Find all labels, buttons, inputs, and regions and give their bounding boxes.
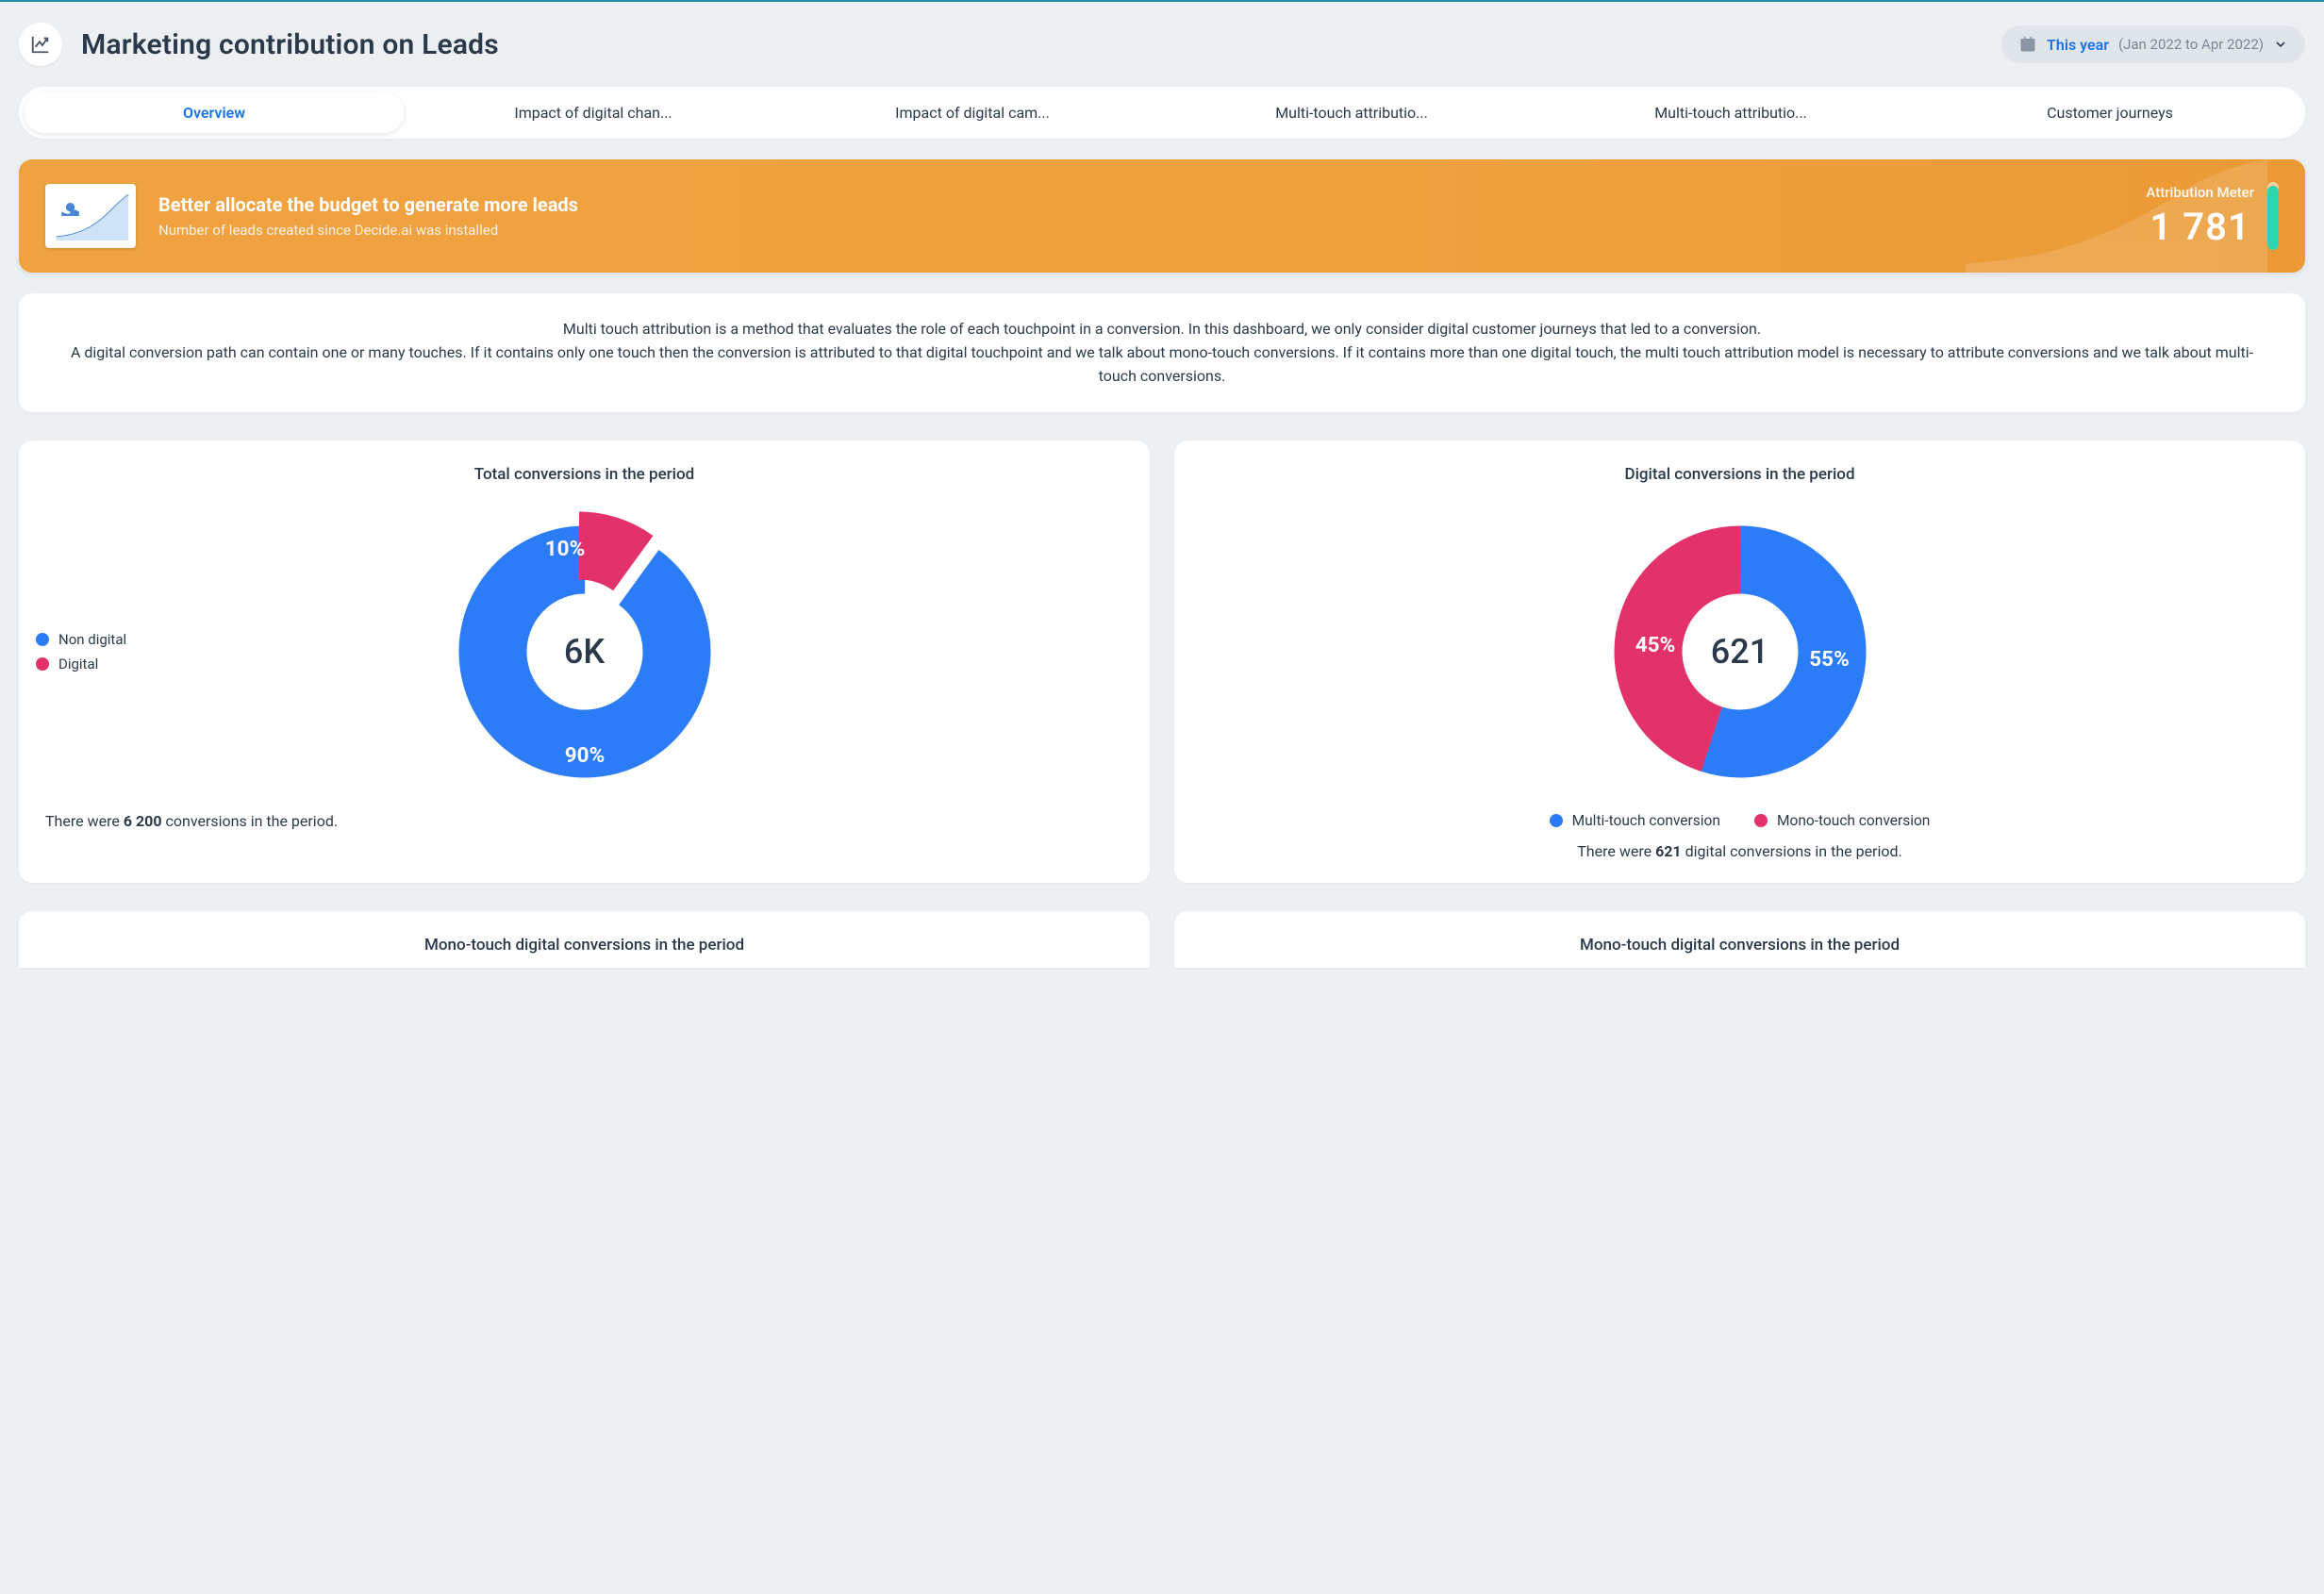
donut-center-total: 6K [564,632,605,672]
legend-item-digital[interactable]: Digital [36,656,126,672]
tab-mta-1[interactable]: Multi-touch attributio... [1162,92,1541,133]
card-mono-left-title: Mono-touch digital conversions in the pe… [45,936,1123,955]
banner-subtitle: Number of leads created since Decide.ai … [158,222,578,239]
intro-panel: Multi touch attribution is a method that… [19,293,2305,412]
svg-text:45%: 45% [1635,633,1674,657]
svg-text:55%: 55% [1809,647,1849,672]
tab-impact-campaigns[interactable]: Impact of digital cam... [783,92,1162,133]
banner-thumbnail [45,184,136,248]
date-range-picker[interactable]: This year (Jan 2022 to Apr 2022) [2001,25,2305,63]
date-range-label: This year [2047,36,2109,54]
page-header: Marketing contribution on Leads This yea… [19,19,2305,81]
legend-item-non-digital[interactable]: Non digital [36,631,126,648]
legend-digital: Multi-touch conversion Mono-touch conver… [1201,812,2279,829]
legend-total: Non digital Digital [36,631,126,672]
banner-title: Better allocate the budget to generate m… [158,193,578,216]
intro-line-2: A digital conversion path can contain on… [57,341,2267,389]
card-total-conversions: Total conversions in the period Non digi… [19,440,1150,883]
intro-line-1: Multi touch attribution is a method that… [57,318,2267,341]
attribution-meter-label: Attribution Meter [2146,184,2254,201]
tab-customer-journeys[interactable]: Customer journeys [1920,92,2299,133]
page-title: Marketing contribution on Leads [81,28,499,61]
attribution-meter-value: 1 781 [2146,205,2254,249]
card-total-footer: There were 6 200 conversions in the peri… [45,812,1123,830]
attribution-banner: Better allocate the budget to generate m… [19,159,2305,273]
legend-item-mono-touch[interactable]: Mono-touch conversion [1754,812,1930,829]
tab-overview[interactable]: Overview [25,92,404,133]
attribution-meter-gauge [2267,182,2279,250]
card-mono-touch-right: Mono-touch digital conversions in the pe… [1174,911,2305,968]
card-total-title: Total conversions in the period [45,465,1123,484]
tab-mta-2[interactable]: Multi-touch attributio... [1541,92,1920,133]
card-digital-title: Digital conversions in the period [1201,465,2279,484]
calendar-icon [2018,35,2037,54]
svg-text:10%: 10% [544,537,584,561]
tabs-bar: Overview Impact of digital chan... Impac… [19,87,2305,139]
card-mono-touch-left: Mono-touch digital conversions in the pe… [19,911,1150,968]
svg-text:90%: 90% [564,743,604,768]
legend-item-multi-touch[interactable]: Multi-touch conversion [1550,812,1720,829]
donut-center-digital: 621 [1711,632,1768,672]
card-digital-conversions: Digital conversions in the period 55% 45… [1174,440,2305,883]
tab-impact-channels[interactable]: Impact of digital chan... [404,92,783,133]
card-mono-right-title: Mono-touch digital conversions in the pe… [1201,936,2279,955]
date-range-value: (Jan 2022 to Apr 2022) [2118,36,2264,53]
card-digital-footer: There were 621 digital conversions in th… [1201,842,2279,860]
chart-line-icon [19,23,62,66]
chevron-down-icon [2273,37,2288,52]
